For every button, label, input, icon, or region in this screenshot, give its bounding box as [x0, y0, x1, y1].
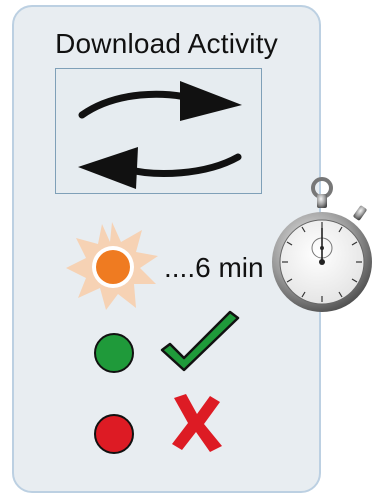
stopwatch-icon	[272, 177, 372, 312]
failure-dot-icon	[94, 414, 134, 454]
cross-icon	[172, 394, 222, 452]
sync-arrows-icon	[78, 81, 242, 189]
sync-panel	[55, 68, 262, 194]
success-dot-icon	[94, 333, 134, 373]
checkmark-icon	[160, 310, 240, 372]
card-title: Download Activity	[55, 28, 278, 59]
sun-burst-icon	[66, 222, 158, 310]
duration-label: ....6 min	[164, 252, 264, 283]
download-activity-graphic: Download Activity ....6 min	[0, 0, 375, 499]
